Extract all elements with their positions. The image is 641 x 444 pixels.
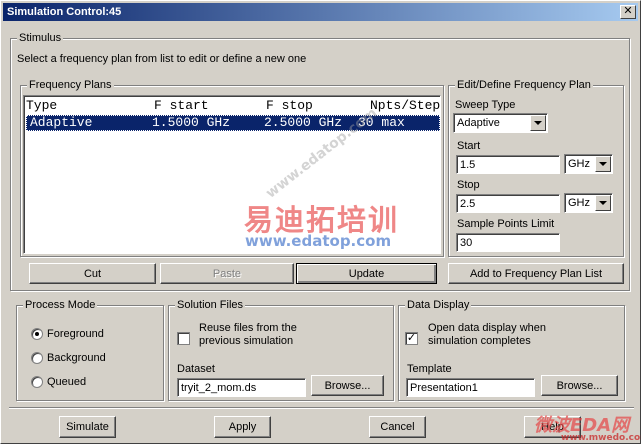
start-unit-select[interactable]: GHz bbox=[564, 154, 613, 174]
template-label: Template bbox=[407, 363, 452, 375]
help-button[interactable]: Help bbox=[524, 416, 581, 438]
simulate-button[interactable]: Simulate bbox=[59, 416, 116, 438]
sweep-type-value: Adaptive bbox=[457, 117, 500, 129]
cell-npts: 30 max bbox=[358, 115, 405, 130]
stop-unit-select[interactable]: GHz bbox=[564, 193, 613, 213]
reuse-files-label-line2[interactable]: previous simulation bbox=[199, 335, 293, 348]
dataset-browse-button[interactable]: Browse... bbox=[311, 375, 384, 396]
reuse-files-checkbox[interactable] bbox=[177, 332, 190, 345]
reuse-files-label-line1[interactable]: Reuse files from the bbox=[199, 322, 297, 335]
start-unit-value: GHz bbox=[568, 158, 590, 170]
close-icon: ✕ bbox=[623, 5, 633, 17]
frequency-plans-label: Frequency Plans bbox=[27, 79, 114, 91]
column-header-fstop: F stop bbox=[266, 98, 313, 113]
footer-divider bbox=[9, 407, 634, 409]
window-title: Simulation Control:45 bbox=[7, 6, 122, 18]
chevron-down-icon[interactable] bbox=[595, 156, 611, 172]
edit-plan-label: Edit/Define Frequency Plan bbox=[455, 79, 593, 91]
stop-input[interactable]: 2.5 bbox=[456, 194, 560, 213]
chevron-down-icon[interactable] bbox=[530, 115, 546, 131]
solution-files-label: Solution Files bbox=[175, 299, 246, 311]
open-display-label-line1[interactable]: Open data display when bbox=[428, 322, 546, 335]
radio-foreground[interactable] bbox=[31, 328, 43, 340]
data-display-label: Data Display bbox=[405, 299, 472, 311]
stimulus-group-label: Stimulus bbox=[17, 32, 64, 44]
add-to-plan-list-button[interactable]: Add to Frequency Plan List bbox=[448, 263, 624, 284]
sample-points-label: Sample Points Limit bbox=[457, 218, 555, 230]
cell-fstart: 1.5000 GHz bbox=[152, 115, 231, 130]
chevron-down-icon[interactable] bbox=[595, 195, 611, 211]
table-row[interactable]: Adaptive 1.5000 GHz 2.5000 GHz 30 max bbox=[26, 115, 440, 131]
cell-fstop: 2.5000 GHz bbox=[264, 115, 343, 130]
column-header-type: Type bbox=[26, 98, 58, 113]
template-input[interactable]: Presentation1 bbox=[406, 378, 535, 397]
radio-foreground-label[interactable]: Foreground bbox=[47, 328, 104, 341]
stimulus-instruction: Select a frequency plan from list to edi… bbox=[17, 53, 307, 65]
cut-button[interactable]: Cut bbox=[29, 263, 156, 284]
stop-unit-value: GHz bbox=[568, 197, 590, 209]
radio-queued[interactable] bbox=[31, 376, 43, 388]
column-header-npts: Npts/Step bbox=[370, 98, 441, 113]
update-button[interactable]: Update bbox=[296, 263, 437, 284]
template-browse-button[interactable]: Browse... bbox=[541, 375, 618, 396]
paste-button[interactable]: Paste bbox=[160, 263, 294, 284]
dataset-input[interactable]: tryit_2_mom.ds bbox=[177, 378, 306, 397]
radio-background[interactable] bbox=[31, 352, 43, 364]
radio-background-label[interactable]: Background bbox=[47, 352, 106, 365]
start-input[interactable]: 1.5 bbox=[456, 155, 560, 174]
dataset-label: Dataset bbox=[177, 363, 215, 375]
close-button[interactable]: ✕ bbox=[620, 5, 636, 19]
sweep-type-label: Sweep Type bbox=[455, 99, 516, 111]
process-mode-label: Process Mode bbox=[23, 299, 98, 311]
title-bar: Simulation Control:45 ✕ bbox=[3, 3, 638, 21]
start-label: Start bbox=[457, 140, 481, 152]
stop-label: Stop bbox=[457, 179, 480, 191]
cancel-button[interactable]: Cancel bbox=[369, 416, 426, 438]
open-display-checkbox[interactable]: ✓ bbox=[405, 332, 418, 345]
column-header-fstart: F start bbox=[154, 98, 209, 113]
cell-type: Adaptive bbox=[30, 115, 93, 130]
sample-points-input[interactable]: 30 bbox=[456, 233, 560, 252]
frequency-plan-list[interactable]: Type F start F stop Npts/Step Adaptive 1… bbox=[23, 95, 441, 254]
radio-queued-label[interactable]: Queued bbox=[47, 376, 86, 389]
simulation-control-window: Simulation Control:45 ✕ Stimulus Select … bbox=[0, 0, 641, 444]
open-display-label-line2[interactable]: simulation completes bbox=[428, 335, 531, 348]
checkmark-icon: ✓ bbox=[406, 332, 417, 344]
sweep-type-select[interactable]: Adaptive bbox=[453, 113, 548, 133]
apply-button[interactable]: Apply bbox=[214, 416, 271, 438]
